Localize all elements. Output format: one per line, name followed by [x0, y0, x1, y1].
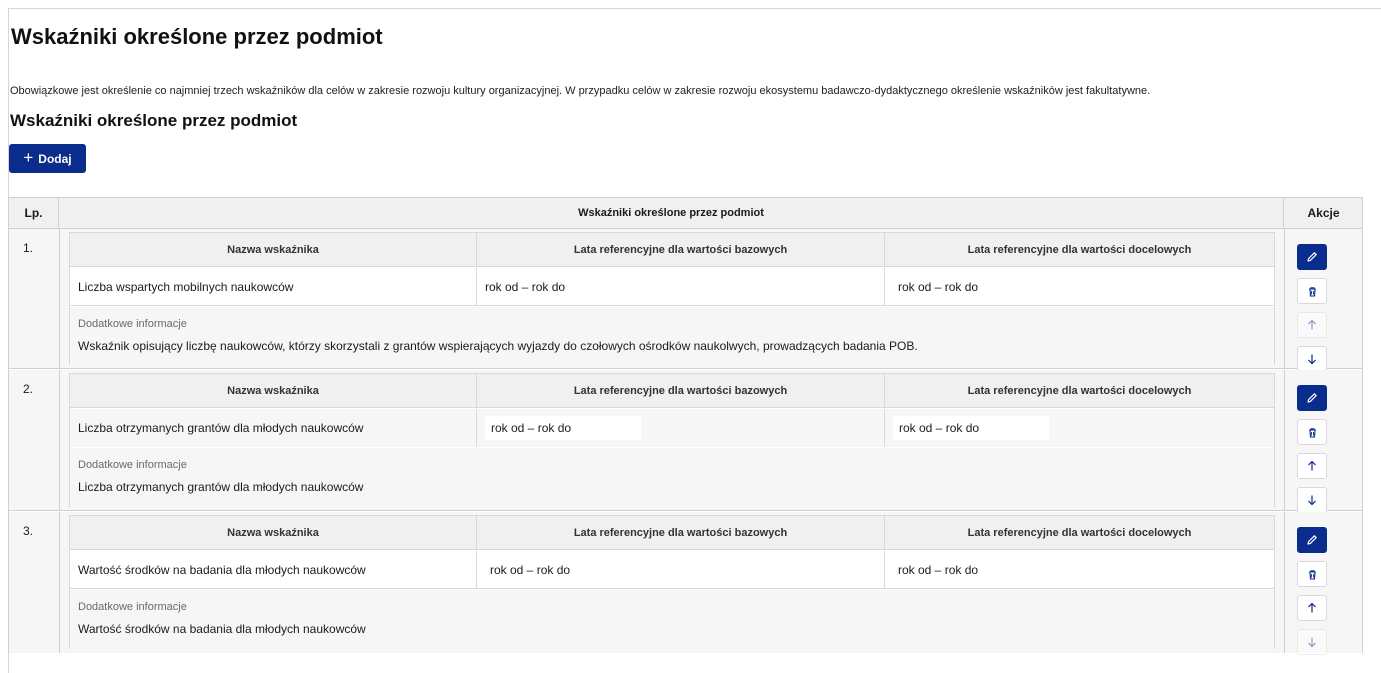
target-years: rok od – rok do [898, 280, 979, 294]
delete-button[interactable] [1297, 419, 1327, 445]
col-base-header: Lata referencyjne dla wartości bazowych [477, 233, 885, 267]
header-actions: Akcje [1307, 206, 1340, 220]
extra-info-label: Dodatkowe informacje [78, 459, 187, 471]
extra-info-text: Wartość środków na badania dla młodych n… [78, 622, 366, 636]
trash-icon [1308, 427, 1316, 438]
delete-button[interactable] [1297, 561, 1327, 587]
add-button[interactable]: + Dodaj [9, 144, 86, 173]
page-title: Wskaźniki określone przez podmiot [11, 24, 383, 49]
col-target-header: Lata referencyjne dla wartości docelowyc… [967, 244, 1192, 256]
pencil-icon [1307, 393, 1317, 403]
col-target-header: Lata referencyjne dla wartości docelowyc… [967, 385, 1192, 397]
table-header: Lp. Wskaźniki określone przez podmiot Ak… [9, 198, 1362, 229]
move-up-button[interactable] [1297, 453, 1327, 479]
arrow-up-icon [1308, 319, 1316, 330]
col-name-header: Nazwa wskaźnika [70, 516, 477, 550]
header-lp: Lp. [9, 198, 59, 228]
extra-info-text: Liczba otrzymanych grantów dla młodych n… [78, 480, 364, 494]
delete-button[interactable] [1297, 278, 1327, 304]
extra-info-text: Wskaźnik opisujący liczbę naukowców, któ… [78, 339, 918, 353]
add-button-label: Dodaj [38, 151, 72, 166]
arrow-up-icon [1308, 602, 1316, 613]
indicator-card: Nazwa wskaźnika Lata referencyjne dla wa… [69, 232, 1275, 365]
arrow-down-icon [1308, 495, 1316, 506]
indicator-name: Wartość środków na badania dla młodych n… [70, 551, 477, 589]
pencil-icon [1307, 252, 1317, 262]
info-text: Obowiązkowe jest określenie co najmniej … [10, 85, 1151, 97]
target-years: rok od – rok do [893, 416, 1050, 440]
indicator-name: Liczba wspartych mobilnych naukowców [70, 268, 477, 306]
trash-icon [1308, 286, 1316, 297]
col-base-header: Lata referencyjne dla wartości bazowych [477, 516, 885, 550]
move-down-button[interactable] [1297, 629, 1327, 655]
arrow-down-icon [1308, 354, 1316, 365]
move-up-button[interactable] [1297, 312, 1327, 338]
row-number: 2. [23, 382, 34, 396]
pencil-icon [1307, 535, 1317, 545]
edit-button[interactable] [1297, 244, 1327, 270]
header-indicators: Wskaźniki określone przez podmiot [59, 198, 1284, 228]
plus-icon: + [23, 148, 34, 167]
arrow-down-icon [1308, 637, 1316, 648]
table-row: 1. Nazwa wskaźnika Lata referencyjne dla… [9, 229, 1362, 372]
indicator-name: Liczba otrzymanych grantów dla młodych n… [70, 409, 477, 447]
indicator-card: Nazwa wskaźnika Lata referencyjne dla wa… [69, 515, 1275, 649]
indicator-card: Nazwa wskaźnika Lata referencyjne dla wa… [69, 373, 1275, 507]
table-row: 2. Nazwa wskaźnika Lata referencyjne dla… [9, 370, 1362, 513]
col-base-header: Lata referencyjne dla wartości bazowych [477, 374, 885, 408]
base-years: rok od – rok do [477, 551, 885, 589]
col-target-header: Lata referencyjne dla wartości docelowyc… [967, 527, 1192, 539]
extra-info-label: Dodatkowe informacje [78, 601, 187, 613]
trash-icon [1308, 569, 1316, 580]
extra-info-label: Dodatkowe informacje [78, 318, 187, 330]
row-number: 1. [23, 241, 34, 255]
move-up-button[interactable] [1297, 595, 1327, 621]
edit-button[interactable] [1297, 385, 1327, 411]
col-name-header: Nazwa wskaźnika [70, 374, 477, 408]
base-years: rok od – rok do [477, 268, 885, 306]
row-number: 3. [23, 524, 34, 538]
arrow-up-icon [1308, 460, 1316, 471]
move-down-button[interactable] [1297, 346, 1327, 372]
base-years: rok od – rok do [485, 416, 642, 440]
indicators-table: Lp. Wskaźniki określone przez podmiot Ak… [8, 197, 1363, 655]
target-years: rok od – rok do [898, 563, 979, 577]
col-name-header: Nazwa wskaźnika [70, 233, 477, 267]
move-down-button[interactable] [1297, 487, 1327, 513]
table-row: 3. Nazwa wskaźnika Lata referencyjne dla… [9, 512, 1362, 655]
edit-button[interactable] [1297, 527, 1327, 553]
section-title: Wskaźniki określone przez podmiot [10, 111, 298, 130]
